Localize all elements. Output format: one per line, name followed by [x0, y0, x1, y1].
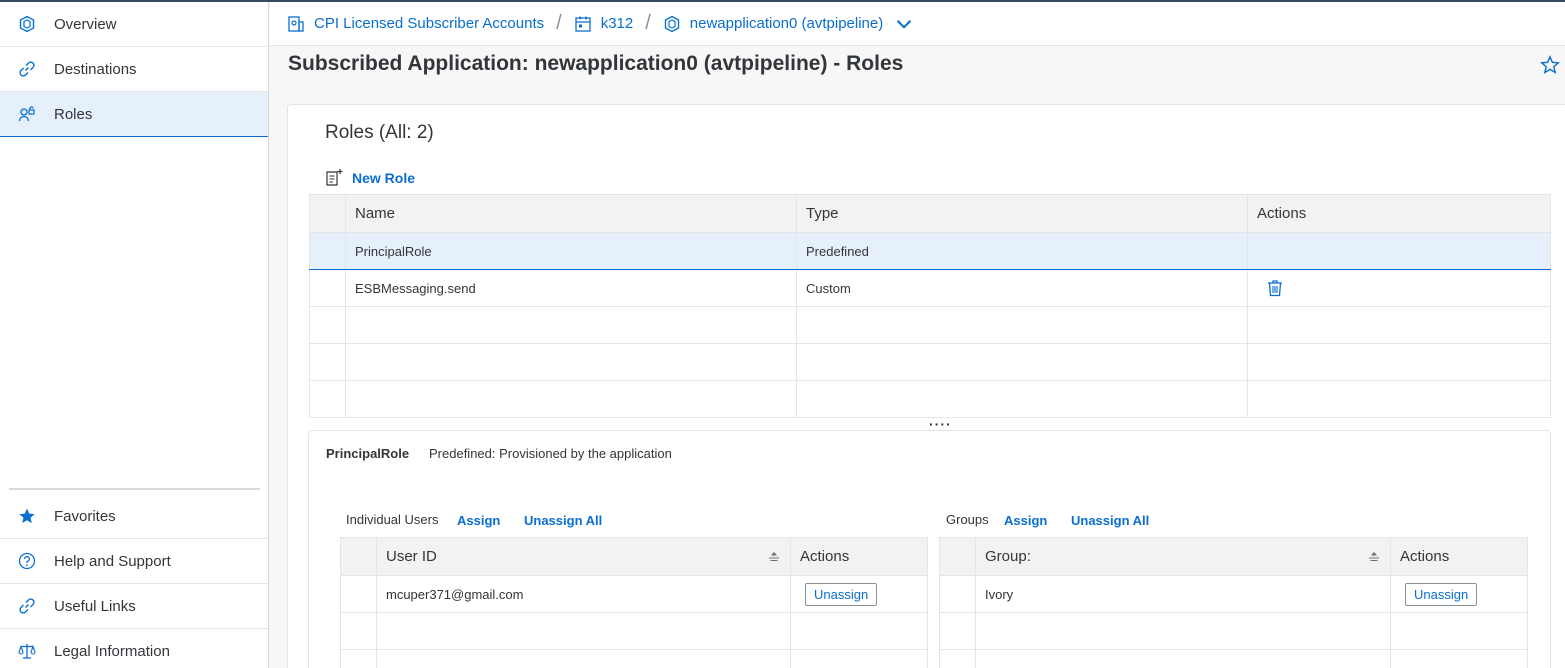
groups-table: Group: Actions Ivory Unassign	[939, 537, 1528, 668]
sidebar-item-label: Help and Support	[54, 552, 171, 570]
role-name-cell: PrincipalRole	[345, 232, 797, 270]
column-header-type[interactable]: Type	[796, 194, 1248, 233]
star-icon	[0, 507, 54, 525]
row-selector[interactable]	[309, 269, 346, 307]
sidebar-item-label: Roles	[54, 105, 93, 123]
table-header-row: Name Type Actions	[309, 194, 1551, 233]
group-actions-cell: Unassign	[1390, 575, 1528, 613]
user-actions-cell: Unassign	[790, 575, 928, 613]
scale-icon	[0, 642, 54, 660]
unassign-all-groups-link[interactable]: Unassign All	[1071, 513, 1149, 528]
sidebar-item-label: Useful Links	[54, 597, 136, 615]
table-row[interactable]: PrincipalRole Predefined	[309, 232, 1551, 270]
breadcrumb-separator: /	[645, 12, 651, 34]
table-row-empty	[340, 612, 928, 650]
sidebar-item-destinations[interactable]: Destinations	[0, 47, 268, 92]
roles-section-title: Roles (All: 2)	[325, 122, 434, 143]
roles-icon	[0, 105, 54, 123]
assign-groups-link[interactable]: Assign	[1004, 513, 1047, 528]
column-header-actions: Actions	[1390, 537, 1528, 576]
column-header-label: User ID	[386, 548, 437, 565]
users-table: User ID Actions mcuper371@gmail.com Unas…	[340, 537, 928, 668]
breadcrumb: CPI Licensed Subscriber Accounts / k312 …	[270, 2, 1565, 46]
favorite-star-icon[interactable]	[1540, 55, 1560, 75]
role-type-cell: Predefined	[796, 232, 1248, 270]
breadcrumb-item-application[interactable]: newapplication0 (avtpipeline)	[663, 15, 922, 33]
assign-users-link[interactable]: Assign	[457, 513, 500, 528]
calendar-icon	[575, 16, 591, 32]
cube-icon	[0, 15, 54, 33]
table-row-empty	[309, 343, 1551, 381]
selection-column-header	[340, 537, 377, 576]
role-actions-cell	[1247, 269, 1551, 307]
unassign-user-button[interactable]: Unassign	[805, 582, 878, 606]
column-header-user-id[interactable]: User ID	[376, 537, 791, 576]
breadcrumb-item-subaccount[interactable]: k312	[574, 15, 634, 33]
detail-role-description: Predefined: Provisioned by the applicati…	[429, 446, 672, 461]
column-header-actions: Actions	[1247, 194, 1551, 233]
sidebar-item-help[interactable]: Help and Support	[0, 539, 268, 584]
column-header-name[interactable]: Name	[345, 194, 797, 233]
new-role-button[interactable]: New Role	[324, 168, 415, 188]
cube-icon	[664, 15, 679, 32]
sidebar-item-label: Destinations	[54, 60, 137, 78]
link-icon	[0, 60, 54, 78]
breadcrumb-label: k312	[600, 15, 634, 32]
page-title: Subscribed Application: newapplication0 …	[288, 52, 904, 75]
sidebar-item-label: Overview	[54, 15, 117, 33]
roles-table: Name Type Actions PrincipalRole Predefin…	[309, 194, 1551, 418]
breadcrumb-item-accounts[interactable]: CPI Licensed Subscriber Accounts	[287, 15, 544, 33]
sidebar-item-label: Legal Information	[54, 642, 170, 660]
sidebar-item-favorites[interactable]: Favorites	[0, 494, 268, 539]
role-type-cell: Custom	[796, 269, 1248, 307]
column-header-group[interactable]: Group:	[975, 537, 1391, 576]
role-name-cell: ESBMessaging.send	[345, 269, 797, 307]
column-header-actions: Actions	[790, 537, 928, 576]
sidebar-item-label: Favorites	[54, 507, 116, 525]
breadcrumb-separator: /	[556, 12, 562, 34]
sort-icon[interactable]	[768, 551, 780, 563]
role-actions-cell	[1247, 232, 1551, 270]
selection-column-header	[309, 194, 346, 233]
table-row[interactable]: mcuper371@gmail.com Unassign	[340, 575, 928, 613]
unassign-group-button[interactable]: Unassign	[1405, 582, 1478, 606]
new-document-icon	[326, 169, 343, 186]
row-selector[interactable]	[939, 575, 976, 613]
sidebar-item-legal[interactable]: Legal Information	[0, 629, 268, 668]
table-row-empty	[309, 306, 1551, 344]
table-row[interactable]: Ivory Unassign	[939, 575, 1528, 613]
sidebar-item-overview[interactable]: Overview	[0, 2, 268, 47]
sort-icon[interactable]	[1368, 551, 1380, 563]
sidebar-divider	[9, 488, 260, 490]
table-header-row: User ID Actions	[340, 537, 928, 576]
row-selector[interactable]	[309, 232, 346, 270]
unassign-all-users-link[interactable]: Unassign All	[524, 513, 602, 528]
table-row-empty	[939, 649, 1528, 668]
detail-role-name: PrincipalRole	[326, 446, 410, 461]
new-role-label: New Role	[352, 170, 416, 186]
groups-label: Groups	[946, 512, 989, 527]
row-selector[interactable]	[340, 575, 377, 613]
sidebar-item-roles[interactable]: Roles	[0, 92, 268, 137]
chevron-down-icon[interactable]	[895, 15, 913, 33]
table-header-row: Group: Actions	[939, 537, 1528, 576]
sidebar-item-useful-links[interactable]: Useful Links	[0, 584, 268, 629]
link-icon	[0, 597, 54, 615]
selection-column-header	[939, 537, 976, 576]
building-icon	[288, 15, 304, 32]
sidebar: Overview Destinations Roles Favorites He…	[0, 2, 269, 668]
breadcrumb-label: newapplication0 (avtpipeline)	[689, 15, 884, 32]
table-row[interactable]: ESBMessaging.send Custom	[309, 269, 1551, 307]
delete-icon[interactable]	[1266, 279, 1284, 297]
table-row-empty	[340, 649, 928, 668]
table-row-empty	[939, 612, 1528, 650]
user-id-cell: mcuper371@gmail.com	[376, 575, 791, 613]
group-name-cell: Ivory	[975, 575, 1391, 613]
column-header-label: Group:	[985, 548, 1031, 565]
help-icon	[0, 552, 54, 570]
individual-users-label: Individual Users	[346, 512, 439, 527]
table-row-empty	[309, 380, 1551, 418]
breadcrumb-label: CPI Licensed Subscriber Accounts	[314, 15, 545, 32]
